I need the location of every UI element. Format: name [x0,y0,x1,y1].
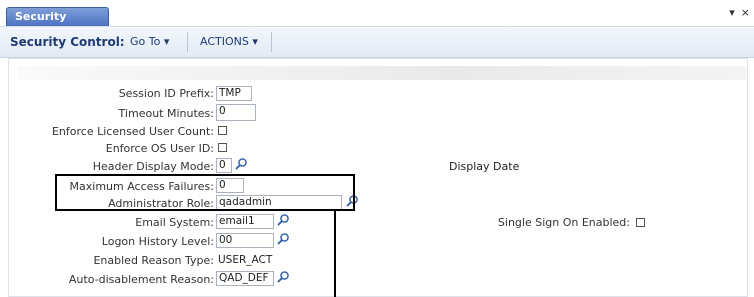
lookup-icon[interactable] [234,157,248,171]
lookup-icon[interactable] [276,270,290,284]
panel-header-band [18,66,746,80]
lookup-icon[interactable] [276,232,290,246]
header-display-mode-label: Header Display Mode: [92,160,214,173]
enforce-licensed-label: Enforce Licensed User Count: [51,125,214,138]
tab-strip: Security Control ▾ × [0,0,754,40]
enabled-reason-type-label: Enabled Reason Type: [93,254,214,267]
actions-menu[interactable]: ACTIONS ▾ [200,35,258,48]
toolbar-divider [187,32,188,52]
timeout-minutes-field[interactable]: 0 [216,104,256,121]
callout-highlight-box [55,174,355,211]
auto-disable-reason-label: Auto-disablement Reason: [68,273,214,286]
tab-menu-icon[interactable]: ▾ [729,6,735,19]
logon-history-level-field[interactable]: 00 [216,233,274,248]
toolbar: Security Control: Go To ▾ ACTIONS ▾ [0,27,754,58]
single-sign-on-label: Single Sign On Enabled: [497,216,630,229]
toolbar-divider [271,32,272,52]
email-system-field[interactable]: email1 [216,214,274,229]
goto-menu[interactable]: Go To ▾ [130,35,169,48]
timeout-minutes-label: Timeout Minutes: [118,107,214,120]
header-display-mode-field[interactable]: 0 [216,158,232,173]
tab-security-control[interactable]: Security Control [6,7,109,40]
tab-controls: ▾ × [729,6,750,19]
enforce-os-user-checkbox[interactable] [218,143,227,152]
close-icon[interactable]: × [741,6,750,19]
session-id-prefix-label: Session ID Prefix: [118,87,214,100]
enforce-licensed-checkbox[interactable] [218,126,227,135]
email-system-label: Email System: [135,216,214,229]
page-title: Security Control: [10,35,125,49]
logon-history-level-label: Logon History Level: [101,235,214,248]
lookup-icon[interactable] [276,213,290,227]
callout-leader-line [334,211,336,297]
single-sign-on-checkbox[interactable] [636,218,645,227]
session-id-prefix-field[interactable]: TMP [216,86,252,101]
enabled-reason-type-value: USER_ACT [218,254,273,266]
enforce-os-user-label: Enforce OS User ID: [105,142,214,155]
display-date-label: Display Date [449,160,520,173]
auto-disable-reason-field[interactable]: QAD_DEF [216,271,274,286]
